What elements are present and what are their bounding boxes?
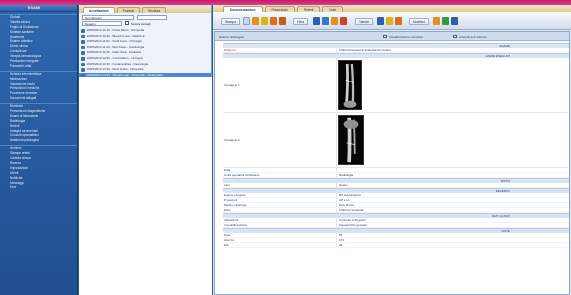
immobilization-value: Apparecchio gessato [336, 223, 569, 227]
outcome-value: Frattura composta [336, 208, 569, 212]
side-value: Destro [336, 183, 569, 187]
patient-icon [81, 68, 85, 72]
diagnosis-value: Frattura biossea di avambraccio destro [336, 48, 569, 52]
patient-icon [81, 40, 85, 44]
warning-icon[interactable] [252, 17, 259, 25]
weight-value: 65 [336, 233, 569, 237]
flag-icon[interactable] [395, 17, 402, 25]
report-body: ESAME Diagnosi Frattura biossea di avamb… [223, 43, 569, 248]
refresh-icon[interactable] [451, 17, 458, 25]
list-tabs: Accettazione Pazienti Struttura [79, 5, 211, 13]
image-2-label: Immagine 2 [224, 138, 240, 142]
nav-group-3: Richieste Prescrizioni diagnostiche Esami … [0, 103, 77, 143]
check-icon[interactable] [442, 17, 449, 25]
patient-icon [81, 57, 85, 61]
nav-group-2: Scheda infermieristica Medicazioni Valutaz… [0, 70, 77, 101]
xray-image-2[interactable] [338, 115, 364, 165]
report-header: Referto radiologico Visualizzazione comp… [215, 32, 569, 41]
filter-button[interactable]: Filtra [293, 18, 309, 25]
sidebar-item[interactable]: Parametri vitali [0, 64, 77, 69]
patient-list: 19/05/2010 10:15 - Rossi Mario - Ortoped… [79, 28, 211, 79]
details-checkbox[interactable] [125, 21, 129, 25]
height-label: Altezza [224, 238, 234, 242]
print-preview-checkbox[interactable] [453, 34, 457, 38]
projections-label: Proiezioni [224, 198, 238, 202]
details-checkbox-label: Mostra dettagli [131, 21, 151, 26]
report-document: Referto radiologico Visualizzazione comp… [214, 31, 570, 295]
main-toolbar: Stampa Filtra Tabelle Modifica [213, 12, 571, 30]
chart-icon[interactable] [331, 17, 338, 25]
indications-label: Indicazioni [224, 218, 239, 222]
edit-icon[interactable] [270, 17, 277, 25]
alert-icon[interactable] [279, 17, 286, 25]
nav-group-4: Archivio Stampe referti Cartella clinica Ri… [0, 145, 77, 190]
document-icon[interactable] [243, 17, 250, 25]
sidebar-item[interactable]: Documenti allegati [0, 96, 77, 101]
left-navigation: ESAMI Globali Tabella clinica Foglio di Di… [0, 5, 78, 295]
status-select[interactable]: Non dimessi [82, 15, 134, 20]
book-icon[interactable] [377, 17, 384, 25]
weight-label: Peso [224, 233, 231, 237]
immobilization-label: Immobilizzazione [224, 223, 248, 227]
print-button[interactable]: Stampa [221, 18, 240, 25]
radiologist-value: Dott. Rossi [336, 203, 569, 207]
copy-icon[interactable] [322, 17, 329, 25]
date-value [336, 168, 569, 172]
date-label: Data [224, 168, 231, 172]
image-1-label: Immagine 1 [224, 83, 240, 87]
image-row-2: Immagine 2 [223, 113, 569, 168]
exam-label: Esame eseguito [224, 193, 246, 197]
patient-list-panel: Accettazione Pazienti Struttura Non dime… [79, 5, 212, 295]
main-tabs: Documentazione Prescrizioni Referti Note [213, 5, 571, 12]
height-value: 172 [336, 238, 569, 242]
patient-icon [81, 29, 85, 33]
outcome-label: Esito [224, 208, 231, 212]
list-empty-area [79, 77, 212, 295]
print-preview-label: Anteprima di stampa [459, 34, 487, 39]
tables-button[interactable]: Tabelle [355, 18, 374, 25]
patient-icon [81, 34, 85, 39]
modify-button[interactable]: Modifica [409, 18, 429, 25]
nav-group-1: Globali Tabella clinica Foglio di Dimissio… [0, 14, 77, 69]
diagnosis-label: Diagnosi [224, 48, 236, 52]
exam-value: RX avambraccio [336, 193, 569, 197]
age-label: Età [224, 243, 229, 247]
report-title: Referto radiologico [219, 34, 245, 39]
age-value: 42 [336, 243, 569, 247]
camera-icon[interactable] [433, 17, 440, 25]
image-1-cell [336, 58, 569, 112]
ward-select[interactable] [137, 15, 167, 20]
side-label: Lato [224, 183, 230, 187]
nav-header: ESAMI [0, 5, 77, 12]
report-row: Età 42 [223, 243, 569, 248]
patient-icon [81, 45, 85, 50]
main-area: Documentazione Prescrizioni Referti Note… [213, 5, 571, 295]
full-view-checkbox[interactable] [383, 34, 387, 38]
unit-value: Radiologia [336, 173, 569, 177]
radiologist-label: Medico radiologo [224, 203, 247, 207]
delete-icon[interactable] [340, 17, 347, 25]
full-view-label: Visualizzazione completa [389, 34, 423, 39]
indications-value: Controllo a 30 giorni [336, 218, 569, 222]
patient-icon [81, 62, 85, 67]
folder-icon[interactable] [261, 17, 268, 25]
filter-select[interactable]: Reparto [82, 21, 122, 26]
sidebar-item[interactable]: Anatomia patologica [0, 138, 77, 143]
unit-label: Unità operativa richiedente [224, 173, 260, 177]
image-row-1: Immagine 1 [223, 58, 569, 113]
list-filter-bar: Non dimessi Reparto Mostra dettagli [79, 13, 211, 27]
image-2-cell [336, 113, 569, 167]
sidebar-item[interactable]: Esci [0, 185, 77, 190]
projections-value: AP e LL [336, 198, 569, 202]
star-icon[interactable] [386, 17, 393, 25]
xray-image-1[interactable] [338, 60, 362, 110]
patient-icon [81, 51, 85, 55]
save-icon[interactable] [313, 17, 320, 25]
